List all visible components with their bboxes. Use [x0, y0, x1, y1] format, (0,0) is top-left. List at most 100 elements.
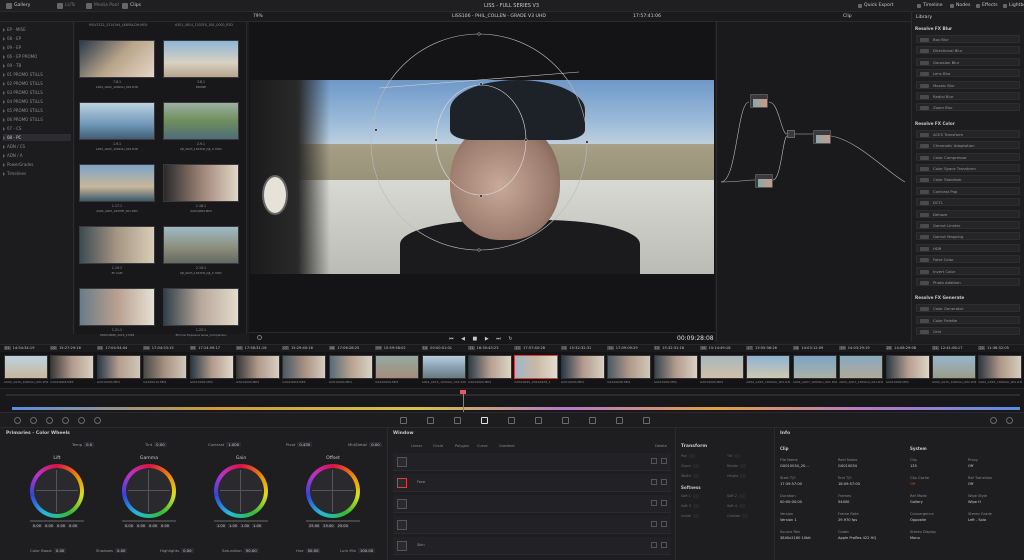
window-tool-curve[interactable]: Curve: [477, 444, 488, 448]
temp-control[interactable]: Temp 0.0: [72, 442, 95, 447]
mini-timeline[interactable]: [0, 388, 1024, 413]
color-wheel-offset[interactable]: [306, 464, 360, 518]
sizing-icon[interactable]: [616, 417, 623, 424]
album-expand-icon[interactable]: [3, 117, 5, 122]
softness-field[interactable]: Soft 2: [727, 494, 745, 498]
window-invert-checkbox[interactable]: [661, 500, 667, 506]
gallery-still[interactable]: [79, 40, 155, 78]
window-invert-checkbox[interactable]: [661, 458, 667, 464]
window-handle[interactable]: [479, 194, 483, 198]
album-expand-icon[interactable]: [3, 171, 5, 176]
clip-thumbnail[interactable]: [746, 355, 791, 379]
clip-thumbnail[interactable]: [607, 355, 652, 379]
window-toggle-checkbox[interactable]: [651, 458, 657, 464]
album-expand-icon[interactable]: [3, 72, 5, 77]
blur-icon[interactable]: [562, 417, 569, 424]
library-fx-item[interactable]: Color Compressor: [916, 152, 1020, 161]
color-wheels-icon[interactable]: [46, 417, 53, 424]
gallery-still[interactable]: [79, 164, 155, 202]
color-wheel-gain[interactable]: [214, 464, 268, 518]
album-item[interactable]: 04 PROMO STILLS: [3, 98, 71, 105]
library-header[interactable]: Library: [916, 15, 932, 20]
tab-luts[interactable]: LUTs: [57, 2, 75, 10]
scopes-icon[interactable]: [990, 417, 997, 424]
wheel-value[interactable]: 0.00: [68, 524, 79, 528]
transform-field[interactable]: Width: [681, 474, 699, 478]
inner-window-circle[interactable]: [435, 84, 527, 196]
highlights-control[interactable]: Highlights 0.00: [160, 548, 194, 553]
gallery-still[interactable]: [79, 102, 155, 140]
wheel-value[interactable]: 0.00: [32, 524, 43, 528]
library-fx-item[interactable]: Gaussian Blur: [916, 57, 1020, 66]
jog-icon[interactable]: [257, 335, 262, 340]
library-section-title[interactable]: Resolve FX Generate: [915, 295, 964, 300]
clip-thumbnail[interactable]: [236, 355, 280, 379]
library-fx-item[interactable]: Photo Addition: [916, 278, 1020, 286]
window-handle[interactable]: [477, 32, 481, 36]
zoom-level[interactable]: 79%: [253, 14, 263, 19]
wheel-value[interactable]: 25.00: [322, 524, 335, 528]
timeline-clips-strip[interactable]: [12, 407, 1020, 410]
album-item[interactable]: 07 - CS: [3, 125, 71, 132]
wheel-value[interactable]: 1.00: [252, 524, 263, 528]
softness-field[interactable]: Inside: [681, 514, 700, 518]
transform-field[interactable]: Rotate: [727, 464, 747, 468]
wheel-value[interactable]: 0.00: [160, 524, 171, 528]
gallery-still[interactable]: [163, 164, 239, 202]
power-window-overlay[interactable]: [249, 22, 715, 342]
clip-thumbnail[interactable]: [839, 355, 884, 379]
softness-field[interactable]: Soft 4: [727, 504, 745, 508]
album-expand-icon[interactable]: [3, 135, 5, 140]
camera-raw-icon[interactable]: [14, 417, 21, 424]
clip-thumbnail[interactable]: [653, 355, 698, 379]
clip-thumbnail[interactable]: [792, 355, 837, 379]
window-handle[interactable]: [434, 138, 438, 142]
library-fx-item[interactable]: Grid: [916, 327, 1020, 336]
softness-field[interactable]: Soft 1: [681, 494, 699, 498]
color-warper-icon[interactable]: [427, 417, 434, 424]
window-row[interactable]: Face: [393, 474, 671, 492]
album-expand-icon[interactable]: [3, 81, 5, 86]
playback-buttons[interactable]: ⏮ ◀ ■ ▶ ⏭ ↻: [449, 336, 516, 342]
gallery-still[interactable]: [163, 226, 239, 264]
window-handle[interactable]: [374, 128, 378, 132]
window-toggle-checkbox[interactable]: [651, 500, 657, 506]
softness-field[interactable]: Outside: [727, 514, 749, 518]
color-match-icon[interactable]: [30, 417, 37, 424]
album-item[interactable]: 08 - PC: [3, 134, 71, 141]
window-shape-icon[interactable]: [397, 541, 407, 551]
library-fx-item[interactable]: Color Generator: [916, 304, 1020, 313]
clip-thumbnail[interactable]: [468, 355, 512, 379]
album-item[interactable]: Timelines: [3, 170, 71, 177]
window-toggle-checkbox[interactable]: [651, 542, 657, 548]
wheel-value[interactable]: 1.00: [228, 524, 239, 528]
library-fx-item[interactable]: Dehaze: [916, 209, 1020, 218]
wheel-value[interactable]: 0.00: [136, 524, 147, 528]
library-section-title[interactable]: Resolve FX Color: [915, 121, 955, 126]
tab-effects[interactable]: Effects: [976, 2, 998, 10]
window-tool-circle[interactable]: Circle: [433, 444, 443, 448]
master-wheel-slider[interactable]: [214, 520, 268, 522]
transform-field[interactable]: Zoom: [681, 464, 699, 468]
clip-thumbnail[interactable]: [143, 355, 188, 379]
album-item[interactable]: 05 PROMO STILLS: [3, 107, 71, 114]
gallery-still[interactable]: [163, 288, 239, 326]
curves-icon[interactable]: [400, 417, 407, 424]
album-expand-icon[interactable]: [3, 45, 5, 50]
qualifier-icon[interactable]: [454, 417, 461, 424]
pivot-control[interactable]: Pivot 0.435: [286, 442, 313, 447]
contrast-control[interactable]: Contrast 1.000: [208, 442, 242, 447]
playhead-marker[interactable]: [460, 390, 466, 394]
node-02[interactable]: [755, 174, 773, 188]
window-handle[interactable]: [524, 138, 528, 142]
window-tool-polygon[interactable]: Polygon: [455, 444, 469, 448]
library-fx-item[interactable]: Radial Blur: [916, 92, 1020, 100]
window-shape-icon[interactable]: [397, 457, 407, 467]
motion-effects-icon[interactable]: [94, 417, 101, 424]
color-wheel-gamma[interactable]: [122, 464, 176, 518]
library-fx-item[interactable]: Color Palette: [916, 315, 1020, 324]
clip-thumbnail[interactable]: [50, 355, 95, 379]
album-expand-icon[interactable]: [3, 153, 5, 158]
clip-thumbnail[interactable]: [282, 355, 327, 379]
tab-clips[interactable]: Clips: [122, 2, 141, 10]
